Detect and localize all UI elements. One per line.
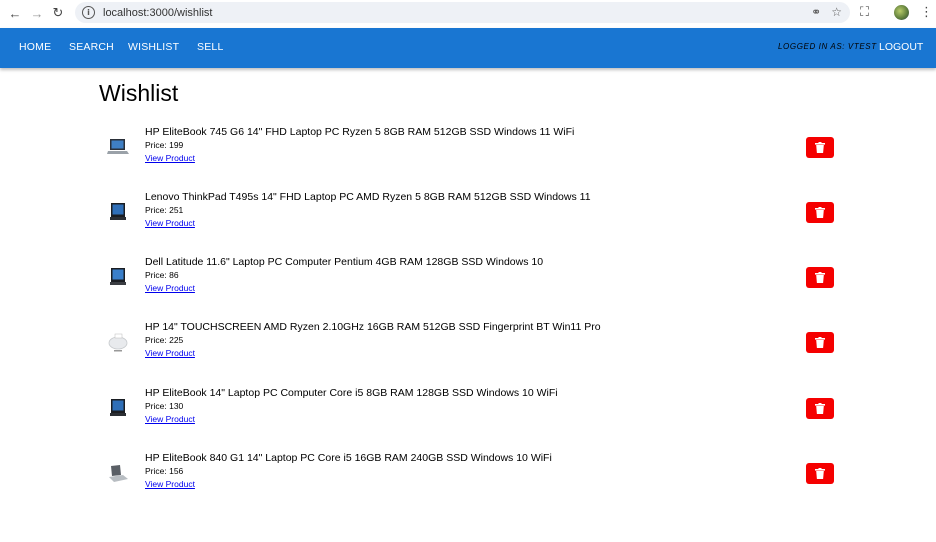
trash-icon	[815, 207, 825, 218]
delete-button[interactable]	[806, 137, 834, 158]
site-info-icon[interactable]: i	[82, 6, 95, 19]
address-bar[interactable]: i localhost:3000/wishlist ⚭ ☆	[75, 2, 850, 23]
nav-wishlist[interactable]: WISHLIST	[128, 41, 179, 53]
item-title: HP EliteBook 745 G6 14" FHD Laptop PC Ry…	[145, 126, 575, 138]
url-text[interactable]: localhost:3000/wishlist	[103, 7, 212, 19]
laptop-thumbnail	[110, 268, 126, 285]
delete-button[interactable]	[806, 398, 834, 419]
item-price: Price: 156	[145, 466, 184, 476]
laptop-thumbnail	[110, 203, 126, 220]
wishlist-item: HP 14" TOUCHSCREEN AMD Ryzen 2.10GHz 16G…	[0, 321, 936, 381]
bookmark-star-icon[interactable]: ☆	[831, 5, 842, 19]
profile-avatar[interactable]	[894, 5, 909, 20]
view-product-link[interactable]: View Product	[145, 348, 195, 358]
item-title: Dell Latitude 11.6" Laptop PC Computer P…	[145, 256, 544, 268]
nav-home[interactable]: HOME	[19, 41, 51, 53]
logged-in-status: LOGGED IN AS: VTEST	[778, 42, 877, 51]
laptop-thumbnail	[107, 139, 129, 154]
trash-icon	[815, 142, 825, 153]
browser-toolbar: ← → ↻ i localhost:3000/wishlist ⚭ ☆ ⛶ ⋮	[0, 0, 936, 27]
laptop-thumbnail	[109, 465, 128, 482]
nav-search[interactable]: SEARCH	[69, 41, 114, 53]
laptop-thumbnail	[110, 399, 126, 416]
trash-icon	[815, 272, 825, 283]
delete-button[interactable]	[806, 202, 834, 223]
view-product-link[interactable]: View Product	[145, 283, 195, 293]
trash-icon	[815, 468, 825, 479]
item-price: Price: 130	[145, 401, 184, 411]
forward-arrow-icon[interactable]: →	[28, 4, 46, 22]
wishlist-item: HP EliteBook 14" Laptop PC Computer Core…	[0, 387, 936, 447]
item-price: Price: 251	[145, 205, 184, 215]
password-key-icon[interactable]: ⚭	[811, 5, 821, 19]
view-product-link[interactable]: View Product	[145, 479, 195, 489]
item-title: Lenovo ThinkPad T495s 14" FHD Laptop PC …	[145, 191, 591, 203]
trash-icon	[815, 337, 825, 348]
wishlist-item: HP EliteBook 745 G6 14" FHD Laptop PC Ry…	[0, 126, 936, 186]
view-product-link[interactable]: View Product	[145, 218, 195, 228]
delete-button[interactable]	[806, 332, 834, 353]
item-price: Price: 199	[145, 140, 184, 150]
back-arrow-icon[interactable]: ←	[6, 4, 24, 22]
item-price: Price: 225	[145, 335, 184, 345]
view-product-link[interactable]: View Product	[145, 153, 195, 163]
item-title: HP EliteBook 840 G1 14" Laptop PC Core i…	[145, 452, 552, 464]
page-title: Wishlist	[99, 80, 179, 106]
item-title: HP 14" TOUCHSCREEN AMD Ryzen 2.10GHz 16G…	[145, 321, 601, 333]
item-title: HP EliteBook 14" Laptop PC Computer Core…	[145, 387, 558, 399]
trash-icon	[815, 403, 825, 414]
wishlist-item: HP EliteBook 840 G1 14" Laptop PC Core i…	[0, 452, 936, 512]
reload-icon[interactable]: ↻	[49, 4, 67, 22]
nav-sell[interactable]: SELL	[197, 41, 224, 53]
app-navbar: HOME SEARCH WISHLIST SELL LOGGED IN AS: …	[0, 28, 936, 68]
laptop-thumbnail	[108, 333, 128, 352]
extensions-icon[interactable]: ⛶	[860, 4, 869, 20]
browser-menu-icon[interactable]: ⋮	[920, 4, 933, 20]
delete-button[interactable]	[806, 463, 834, 484]
wishlist-item: Dell Latitude 11.6" Laptop PC Computer P…	[0, 256, 936, 316]
logout-link[interactable]: LOGOUT	[879, 41, 923, 53]
view-product-link[interactable]: View Product	[145, 414, 195, 424]
wishlist-item: Lenovo ThinkPad T495s 14" FHD Laptop PC …	[0, 191, 936, 251]
delete-button[interactable]	[806, 267, 834, 288]
item-price: Price: 86	[145, 270, 179, 280]
